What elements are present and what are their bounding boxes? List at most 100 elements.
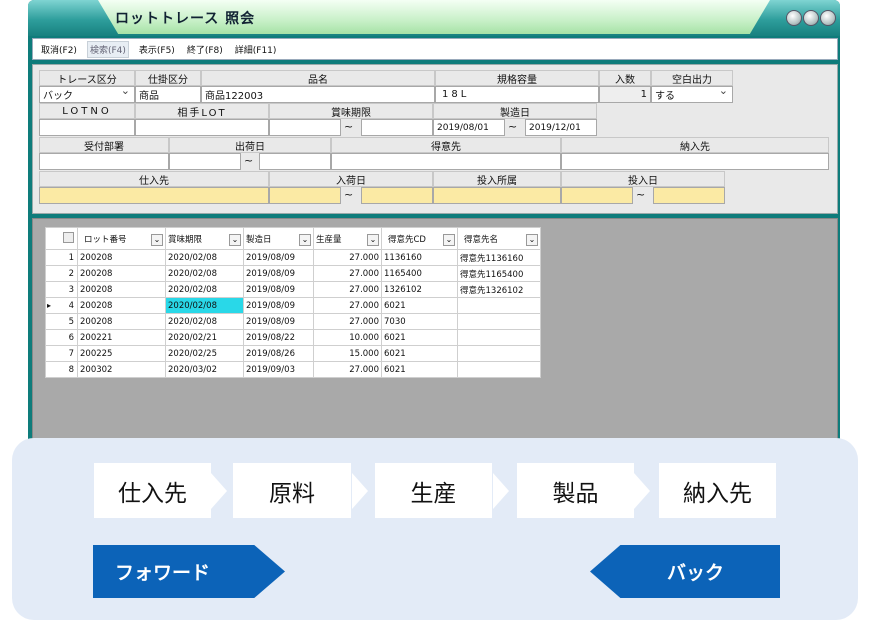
seisanryou-cell[interactable]: 15.000 — [313, 345, 382, 362]
seizoubi-cell[interactable]: 2019/08/09 — [243, 313, 314, 330]
tokuisaki-cd-cell[interactable]: 1136160 — [381, 249, 458, 266]
table-row[interactable]: 6 200221 2020/02/21 2019/08/22 10.000 6021 — [45, 329, 541, 346]
seizoubi-cell[interactable]: 2019/09/03 — [243, 361, 314, 378]
row-number[interactable]: 6 — [45, 329, 78, 346]
seisanryou-cell[interactable]: 27.000 — [313, 265, 382, 282]
shoumi-cell[interactable]: 2020/02/21 — [165, 329, 244, 346]
tokuisaki-cd-cell[interactable]: 6021 — [381, 345, 458, 362]
tokuisaki-name-cell[interactable] — [457, 345, 541, 362]
col-shoumi[interactable]: 賞味期限 ⌄ — [165, 227, 244, 250]
kikaku-field[interactable]: 18L — [435, 86, 599, 103]
chevron-down-icon[interactable]: ⌄ — [443, 234, 455, 246]
shoumi-cell[interactable]: 2020/02/08 — [165, 297, 244, 314]
tokuisaki-cd-cell[interactable]: 1326102 — [381, 281, 458, 298]
shoumi-cell[interactable]: 2020/02/08 — [165, 265, 244, 282]
seisanryou-cell[interactable]: 27.000 — [313, 249, 382, 266]
detail-button[interactable]: 詳細(F11) — [233, 42, 279, 57]
table-row[interactable]: 3 200208 2020/02/08 2019/08/09 27.000 1326102… — [45, 281, 541, 298]
tokuisaki-cd-cell[interactable]: 1165400 — [381, 265, 458, 282]
seizoubi-cell[interactable]: 2019/08/22 — [243, 329, 314, 346]
minimize-icon[interactable] — [786, 10, 802, 26]
col-lot-number[interactable]: ロット番号 ⌄ — [77, 227, 166, 250]
kuuhaku-select[interactable]: する — [651, 86, 733, 103]
shukka-from-field[interactable] — [169, 153, 241, 170]
seizoubi-cell[interactable]: 2019/08/09 — [243, 265, 314, 282]
row-number[interactable]: 1 — [45, 249, 78, 266]
col-tokuisaki-name[interactable]: 得意先名 ⌄ — [457, 227, 541, 250]
irisu-field[interactable]: 1 — [599, 86, 651, 103]
lot-number-cell[interactable]: 200208 — [77, 265, 166, 282]
shukka-to-field[interactable] — [259, 153, 331, 170]
aite-lot-field[interactable] — [135, 119, 269, 136]
chevron-down-icon[interactable]: ⌄ — [151, 234, 163, 246]
tokuisaki-name-cell[interactable] — [457, 329, 541, 346]
nounyuusaki-field[interactable] — [561, 153, 829, 170]
uketsuke-field[interactable] — [39, 153, 169, 170]
chevron-down-icon[interactable]: ⌄ — [299, 234, 311, 246]
display-button[interactable]: 表示(F5) — [137, 42, 177, 57]
table-row[interactable]: 1 200208 2020/02/08 2019/08/09 27.000 1136160… — [45, 249, 541, 266]
close-icon[interactable] — [820, 10, 836, 26]
seizoubi-cell[interactable]: 2019/08/09 — [243, 297, 314, 314]
lot-number-cell[interactable]: 200208 — [77, 297, 166, 314]
col-seisanryou[interactable]: 生産量 ⌄ — [313, 227, 382, 250]
shoumi-cell[interactable]: 2020/03/02 — [165, 361, 244, 378]
chevron-down-icon[interactable]: ⌄ — [229, 234, 241, 246]
hinmei-field[interactable]: 商品122003 — [201, 86, 435, 103]
tokuisaki-name-cell[interactable]: 得意先1326102 — [457, 281, 541, 298]
seizoubi-cell[interactable]: 2019/08/09 — [243, 281, 314, 298]
shikake-kubun-field[interactable]: 商品 — [135, 86, 201, 103]
table-row[interactable]: 5 200208 2020/02/08 2019/08/09 27.000 7030 — [45, 313, 541, 330]
nyuuka-to-field[interactable] — [361, 187, 433, 204]
tounyuu-to-field[interactable] — [653, 187, 725, 204]
seisanryou-cell[interactable]: 27.000 — [313, 281, 382, 298]
tokuisaki-cd-cell[interactable]: 6021 — [381, 297, 458, 314]
seisanryou-cell[interactable]: 27.000 — [313, 313, 382, 330]
seisanryou-cell[interactable]: 27.000 — [313, 361, 382, 378]
chevron-down-icon[interactable]: ⌄ — [367, 234, 379, 246]
tokuisaki-name-cell[interactable] — [457, 361, 541, 378]
tokuisaki-cd-cell[interactable]: 6021 — [381, 361, 458, 378]
seizou-from-field[interactable]: 2019/08/01 — [433, 119, 505, 136]
lotno-field[interactable] — [39, 119, 135, 136]
seizoubi-cell[interactable]: 2019/08/26 — [243, 345, 314, 362]
row-number[interactable]: 2 — [45, 265, 78, 282]
tounyuu-busho-field[interactable] — [433, 187, 561, 204]
table-row[interactable]: 2 200208 2020/02/08 2019/08/09 27.000 1165400… — [45, 265, 541, 282]
shoumi-cell[interactable]: 2020/02/08 — [165, 249, 244, 266]
shiiresaki-field[interactable] — [39, 187, 269, 204]
tokuisaki-cd-cell[interactable]: 7030 — [381, 313, 458, 330]
shoumi-cell[interactable]: 2020/02/25 — [165, 345, 244, 362]
seisanryou-cell[interactable]: 10.000 — [313, 329, 382, 346]
row-number[interactable]: 7 — [45, 345, 78, 362]
seisanryou-cell[interactable]: 27.000 — [313, 297, 382, 314]
row-number[interactable]: ▸ 4 — [45, 297, 78, 314]
table-row[interactable]: 8 200302 2020/03/02 2019/09/03 27.000 6021 — [45, 361, 541, 378]
trace-kubun-select[interactable]: バック — [39, 86, 135, 103]
cancel-button[interactable]: 取消(F2) — [39, 42, 79, 57]
tounyuu-from-field[interactable] — [561, 187, 633, 204]
chevron-down-icon[interactable]: ⌄ — [526, 234, 538, 246]
maximize-icon[interactable] — [803, 10, 819, 26]
exit-button[interactable]: 終了(F8) — [185, 42, 225, 57]
shoumi-cell[interactable]: 2020/02/08 — [165, 313, 244, 330]
lot-number-cell[interactable]: 200208 — [77, 281, 166, 298]
col-tokuisaki-cd[interactable]: 得意先CD ⌄ — [381, 227, 458, 250]
tokuisaki-name-cell[interactable] — [457, 313, 541, 330]
lot-number-cell[interactable]: 200208 — [77, 313, 166, 330]
lot-number-cell[interactable]: 200225 — [77, 345, 166, 362]
tokuisaki-field[interactable] — [331, 153, 561, 170]
lot-number-cell[interactable]: 200221 — [77, 329, 166, 346]
search-button[interactable]: 検索(F4) — [86, 40, 129, 58]
table-row[interactable]: ▸ 4 200208 2020/02/08 2019/08/09 27.000 6021 — [45, 297, 541, 314]
shoumi-to-field[interactable] — [361, 119, 433, 136]
row-number[interactable]: 5 — [45, 313, 78, 330]
tokuisaki-name-cell[interactable]: 得意先1136160 — [457, 249, 541, 266]
select-all-cell[interactable] — [45, 227, 78, 250]
lot-number-cell[interactable]: 200208 — [77, 249, 166, 266]
seizoubi-cell[interactable]: 2019/08/09 — [243, 249, 314, 266]
tokuisaki-name-cell[interactable]: 得意先1165400 — [457, 265, 541, 282]
row-number[interactable]: 8 — [45, 361, 78, 378]
col-seizoubi[interactable]: 製造日 ⌄ — [243, 227, 314, 250]
shoumi-from-field[interactable] — [269, 119, 341, 136]
